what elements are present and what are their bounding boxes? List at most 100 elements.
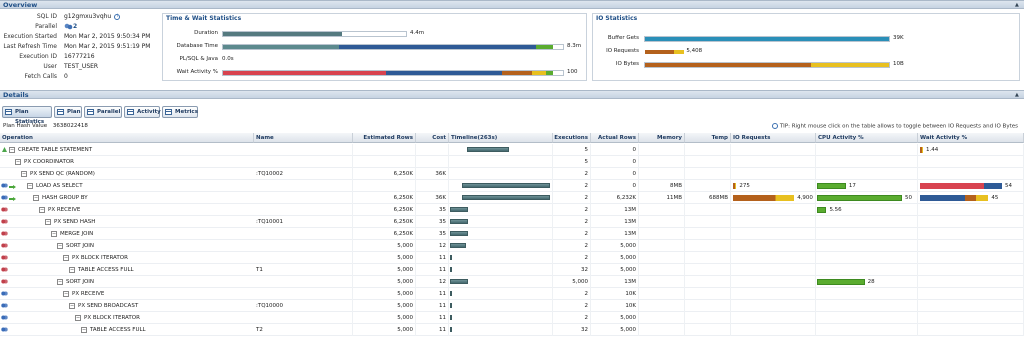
slave-server-icon <box>1 242 8 249</box>
expand-toggle-icon[interactable]: − <box>75 315 81 321</box>
column-header[interactable]: Estimated Rows <box>353 133 416 143</box>
cell-temp <box>685 312 731 324</box>
expand-toggle-icon[interactable]: − <box>51 231 57 237</box>
expand-toggle-icon[interactable]: − <box>15 159 21 165</box>
cell-name: :TQ10000 <box>254 300 353 312</box>
table-row[interactable]: − PX COORDINATOR 5 0 <box>0 156 1024 168</box>
cell-wait <box>918 300 1024 312</box>
cell-timeline <box>449 168 553 180</box>
expand-toggle-icon[interactable]: − <box>9 147 15 153</box>
tab-plan-statistics[interactable]: Plan Statistics <box>2 106 52 125</box>
table-row[interactable]: − PX SEND HASH:TQ10001 6,250K 35 2 13M <box>0 216 1024 228</box>
cell-exec: 5 <box>553 156 591 168</box>
cell-cpu <box>816 144 918 156</box>
column-header[interactable]: Wait Activity % <box>918 133 1024 143</box>
cell-actual: 13M <box>591 276 639 288</box>
table-row[interactable]: − MERGE JOIN 6,250K 35 2 13M <box>0 228 1024 240</box>
column-header[interactable]: Cost <box>416 133 449 143</box>
table-row[interactable]: − PX BLOCK ITERATOR 5,000 11 2 5,000 <box>0 312 1024 324</box>
cell-cpu: 17 <box>816 180 918 192</box>
cell-cost: 12 <box>416 276 449 288</box>
parallel-server-icon <box>1 182 8 189</box>
cell-mem <box>639 264 685 276</box>
field-value-text: g12gmxu3vqhu <box>64 13 112 20</box>
expand-toggle-icon[interactable]: − <box>45 219 51 225</box>
bar-segment <box>501 71 533 75</box>
overview-header[interactable]: Overview ▲ <box>0 0 1024 9</box>
tip-label: TIP: Right mouse click on the table allo… <box>779 123 1018 130</box>
column-header[interactable]: IO Requests <box>731 133 816 143</box>
cell-actual: 5,000 <box>591 264 639 276</box>
tab-activity[interactable]: Activity <box>124 106 161 118</box>
slave-server-icon <box>1 254 8 261</box>
expand-toggle-icon[interactable]: − <box>33 195 39 201</box>
cell-wait <box>918 240 1024 252</box>
column-header[interactable]: Actual Rows <box>591 133 639 143</box>
cell-name <box>254 144 353 156</box>
column-header[interactable]: Name <box>254 133 353 143</box>
column-header[interactable]: CPU Activity % <box>816 133 918 143</box>
cell-temp <box>685 300 731 312</box>
cell-est: 5,000 <box>353 252 416 264</box>
table-row[interactable]: − CREATE TABLE STATEMENT 5 0 1.44 <box>0 144 1024 156</box>
expand-toggle-icon[interactable]: − <box>69 267 75 273</box>
tab-parallel[interactable]: Parallel <box>84 106 122 118</box>
expand-toggle-icon[interactable]: − <box>39 207 45 213</box>
parallel-value: 2 <box>73 23 78 30</box>
timeline-bar <box>450 219 469 224</box>
bar-segment <box>386 71 502 75</box>
cell-actual: 5,000 <box>591 324 639 336</box>
expand-toggle-icon[interactable]: − <box>57 279 63 285</box>
wait-bar <box>920 183 1002 189</box>
expand-toggle-icon[interactable]: − <box>27 183 33 189</box>
table-row[interactable]: − HASH GROUP BY 6,250K 36K 2 6,232K 11MB 688MB 4… <box>0 192 1024 204</box>
expand-toggle-icon[interactable]: − <box>57 243 63 249</box>
cell-mem <box>639 228 685 240</box>
cell-temp <box>685 288 731 300</box>
active-arrow-icon <box>9 196 16 201</box>
table-row[interactable]: − PX SEND QC (RANDOM):TQ10002 6,250K 36K 2 0 <box>0 168 1024 180</box>
table-row[interactable]: − PX BLOCK ITERATOR 5,000 11 2 5,000 <box>0 252 1024 264</box>
table-row[interactable]: − SORT JOIN 5,000 12 5,000 13M 28 <box>0 276 1024 288</box>
column-header[interactable]: Memory <box>639 133 685 143</box>
cpu-bar <box>817 279 865 285</box>
cell-actual: 10K <box>591 300 639 312</box>
column-header[interactable]: Timeline(263s) <box>449 133 553 143</box>
table-row[interactable]: − PX RECEIVE 5,000 11 2 10K <box>0 288 1024 300</box>
info-icon[interactable]: i <box>114 13 121 20</box>
wait-value: 1.44 <box>926 147 939 153</box>
cpu-value: 28 <box>867 279 875 285</box>
tab-metrics[interactable]: Metrics <box>162 106 198 118</box>
expand-toggle-icon[interactable]: − <box>69 303 75 309</box>
expand-toggle-icon[interactable]: − <box>21 171 27 177</box>
cell-est: 6,250K <box>353 216 416 228</box>
tab-plan[interactable]: Plan <box>54 106 82 118</box>
cell-name: T1 <box>254 264 353 276</box>
collapse-icon[interactable]: ▲ <box>1015 3 1020 8</box>
table-row[interactable]: − TABLE ACCESS FULL T2 5,000 11 32 5,000 <box>0 324 1024 336</box>
expand-toggle-icon[interactable]: − <box>63 255 69 261</box>
operation-text: PX BLOCK ITERATOR <box>72 255 128 261</box>
table-row[interactable]: − SORT JOIN 5,000 12 2 5,000 <box>0 240 1024 252</box>
cell-wait <box>918 288 1024 300</box>
cell-timeline <box>449 300 553 312</box>
column-header[interactable]: Executions <box>553 133 591 143</box>
timeline-bar <box>462 195 550 200</box>
column-header[interactable]: Temp <box>685 133 731 143</box>
cell-name: T2 <box>254 324 353 336</box>
details-header[interactable]: Details ▲ <box>0 90 1024 99</box>
cell-name <box>254 180 353 192</box>
table-row[interactable]: − PX SEND BROADCAST:TQ10000 5,000 11 2 10K <box>0 300 1024 312</box>
cell-mem <box>639 300 685 312</box>
collapse-icon[interactable]: ▲ <box>1015 93 1020 98</box>
expand-toggle-icon[interactable]: − <box>63 291 69 297</box>
expand-toggle-icon[interactable]: − <box>81 327 87 333</box>
operation-text: LOAD AS SELECT <box>36 183 83 189</box>
table-row[interactable]: − TABLE ACCESS FULL T1 5,000 11 32 5,000 <box>0 264 1024 276</box>
table-row[interactable]: − LOAD AS SELECT 2 0 8MB 275 17 54 <box>0 180 1024 192</box>
cell-io <box>731 144 816 156</box>
cell-temp <box>685 168 731 180</box>
table-row[interactable]: − PX RECEIVE 6,250K 35 2 13M 5.56 <box>0 204 1024 216</box>
column-header[interactable]: Operation <box>0 133 254 143</box>
timeline-bar <box>462 183 550 188</box>
